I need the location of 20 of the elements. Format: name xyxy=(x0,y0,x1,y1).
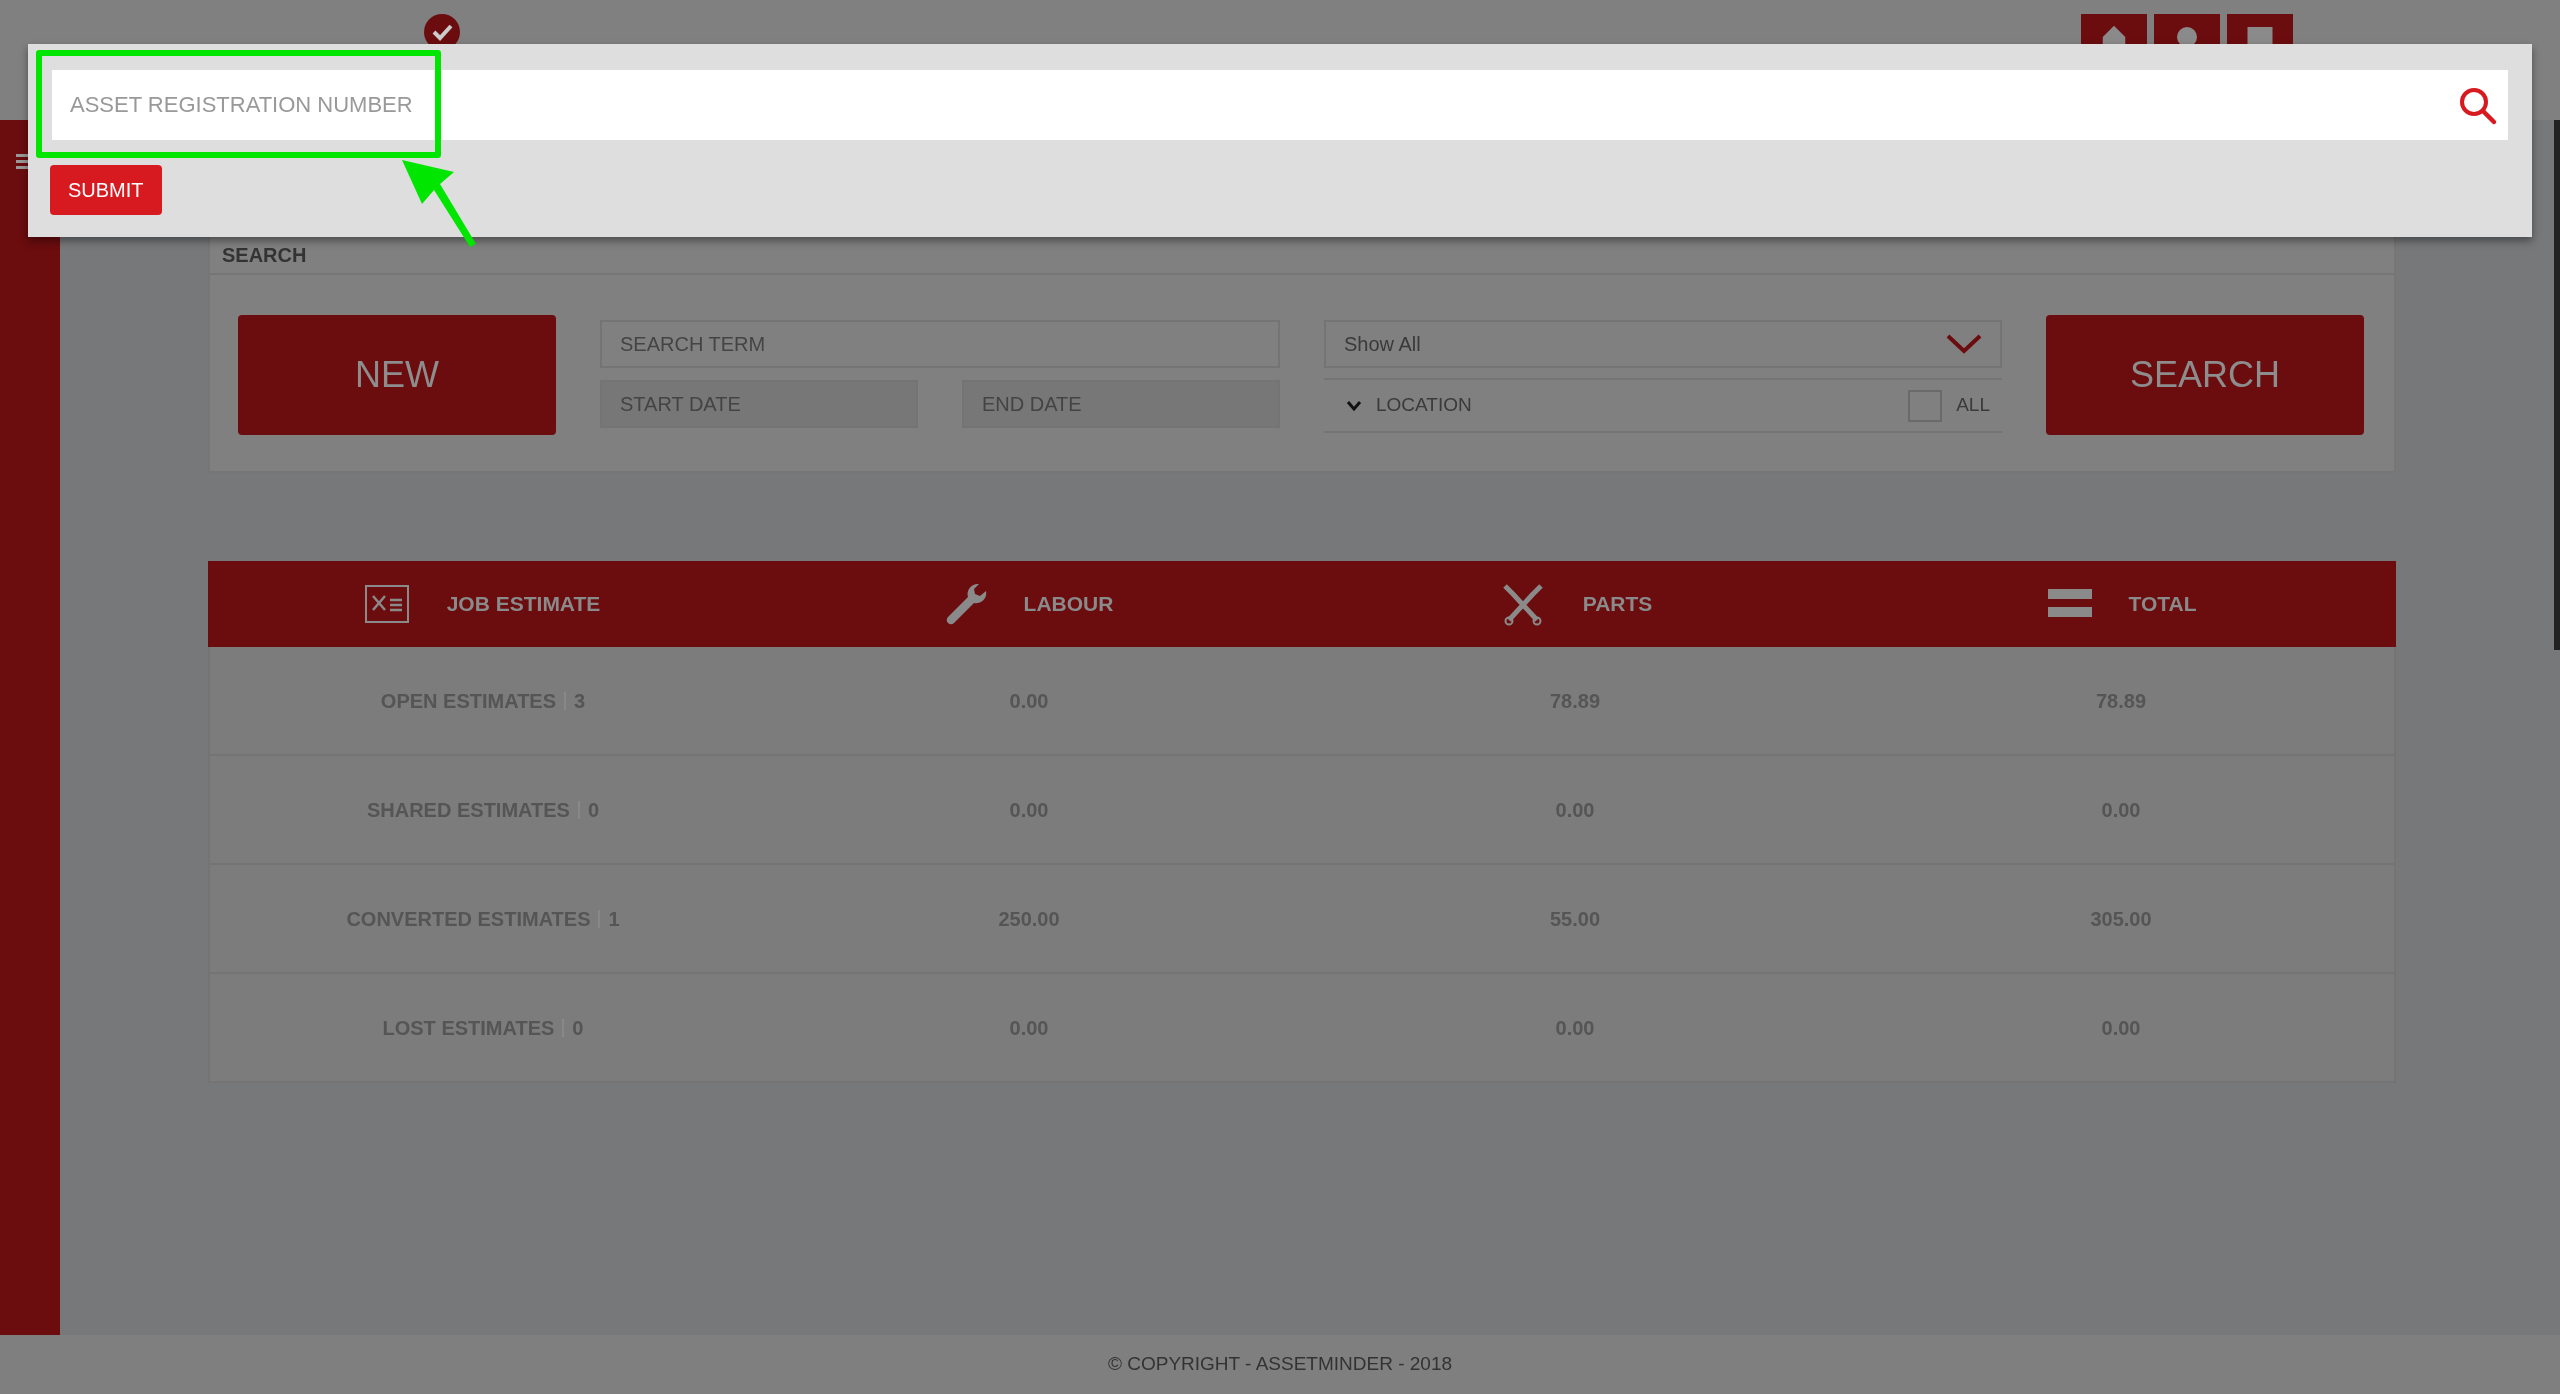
estimate-document-icon xyxy=(362,584,411,624)
asset-number-field[interactable]: ASSET REGISTRATION NUMBER xyxy=(52,70,2508,140)
column-header: JOB ESTIMATE xyxy=(446,591,601,618)
chevron-down-icon xyxy=(1346,399,1362,412)
scrollbar[interactable] xyxy=(2554,120,2560,650)
checkbox-label: ALL xyxy=(1956,393,1990,418)
location-toggle[interactable]: LOCATION xyxy=(1376,391,1895,420)
search-icon[interactable] xyxy=(2458,86,2498,126)
copyright-text: © COPYRIGHT - ASSETMINDER - 2018 xyxy=(1107,1352,1453,1377)
column-header: PARTS xyxy=(1582,591,1653,618)
new-button[interactable]: NEW xyxy=(238,315,556,435)
equals-icon xyxy=(2048,589,2093,619)
filter-dropdown[interactable]: Show All xyxy=(1324,320,2002,368)
column-header: LABOUR xyxy=(1023,591,1114,618)
menu-icon[interactable] xyxy=(16,154,28,170)
chevron-down-icon xyxy=(1946,334,1982,354)
submit-button[interactable]: SUBMIT xyxy=(50,165,162,215)
search-term-field[interactable]: SEARCH TERM xyxy=(600,320,1280,368)
search-button[interactable]: SEARCH xyxy=(2046,315,2364,435)
column-header: TOTAL xyxy=(2128,591,2197,618)
